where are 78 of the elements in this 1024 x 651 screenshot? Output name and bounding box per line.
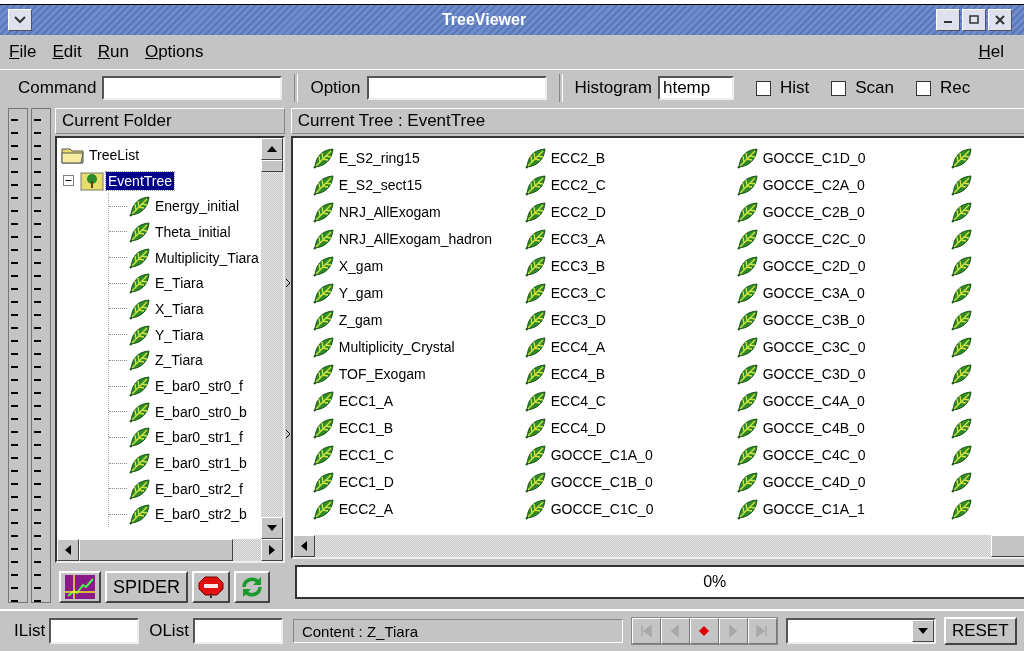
tree-item[interactable]: E_Tiara: [153, 274, 206, 293]
tree-item[interactable]: TreeList: [87, 145, 142, 164]
branch-item[interactable]: GOCCE_C1A_0: [550, 446, 653, 463]
branch-item[interactable]: GOCCE_C4A_0: [762, 392, 865, 409]
branch-item[interactable]: ECC4_D: [550, 419, 606, 436]
progress-percent: 0%: [703, 573, 727, 591]
tree-item[interactable]: Theta_initial: [153, 222, 233, 241]
spider-button[interactable]: SPIDER: [105, 571, 189, 603]
panel-header: Current Tree : EventTree: [290, 108, 1024, 134]
checkbox[interactable]: Hist: [756, 78, 810, 98]
branch-item[interactable]: ECC4_C: [550, 392, 606, 409]
branch-item[interactable]: ECC1_B: [338, 419, 394, 436]
branch-item[interactable]: ECC1_A: [338, 392, 394, 409]
branch-item[interactable]: TOF_Exogam: [338, 365, 426, 382]
tree-item[interactable]: E_bar0_str2_b: [153, 505, 249, 524]
tree-item[interactable]: Y_Tiara: [153, 325, 206, 344]
branch-item[interactable]: ECC2_A: [338, 500, 394, 517]
tree-item[interactable]: E_bar0_str2_f: [153, 479, 245, 498]
branch-item[interactable]: ECC3_D: [550, 311, 606, 328]
tree-item[interactable]: E_bar0_str1_b: [153, 454, 249, 473]
branch-item[interactable]: GOCCE_C2B_0: [762, 203, 865, 220]
tree-item[interactable]: E_bar0_str0_f: [153, 377, 245, 396]
field-label: OList: [149, 621, 189, 641]
panel-header: Current Folder: [55, 108, 285, 134]
branch-item[interactable]: GOCCE_C3C_0: [762, 338, 866, 355]
branch-item[interactable]: ECC3_C: [550, 284, 606, 301]
branch-item[interactable]: GOCCE_C3A_0: [762, 284, 865, 301]
branch-item[interactable]: GOCCE_C4B_0: [762, 419, 865, 436]
text-field[interactable]: htemp: [658, 76, 734, 100]
tree-item[interactable]: Z_Tiara: [153, 351, 205, 370]
tree-item[interactable]: E_bar0_str0_b: [153, 402, 249, 421]
status-text: Content : Z_Tiara: [292, 619, 623, 643]
branch-item[interactable]: E_S2_sect15: [338, 176, 423, 193]
tree-item[interactable]: X_Tiara: [153, 299, 206, 318]
menu-item[interactable]: File: [9, 42, 37, 62]
branch-item[interactable]: NRJ_AllExogam_hadron: [338, 230, 493, 247]
branch-item[interactable]: GOCCE_C1D_0: [762, 149, 866, 166]
tree-item[interactable]: Energy_initial: [153, 197, 242, 216]
branch-item[interactable]: GOCCE_C1B_0: [550, 473, 653, 490]
menu-item[interactable]: Hel: [978, 42, 1024, 62]
tree-item[interactable]: Multiplicity_Tiara: [153, 248, 261, 267]
branch-item[interactable]: ECC2_C: [550, 176, 606, 193]
branch-item[interactable]: ECC4_B: [550, 365, 606, 382]
branch-item[interactable]: ECC2_D: [550, 203, 606, 220]
reset-button[interactable]: RESET: [943, 617, 1017, 645]
branch-item[interactable]: E_S2_ring15: [338, 149, 420, 166]
field-label: IList: [14, 621, 46, 641]
branch-item[interactable]: Y_gam: [338, 284, 384, 301]
checkbox[interactable]: Scan: [831, 78, 894, 98]
menu-item[interactable]: Options: [144, 42, 204, 62]
branch-item[interactable]: ECC4_A: [550, 338, 606, 355]
branch-item[interactable]: Z_gam: [338, 311, 383, 328]
branch-item[interactable]: GOCCE_C2D_0: [762, 257, 866, 274]
branch-item[interactable]: Multiplicity_Crystal: [338, 338, 455, 355]
window-title: TreeViewer: [440, 11, 528, 29]
branch-item[interactable]: ECC3_A: [550, 230, 606, 247]
branch-item[interactable]: ECC1_D: [338, 473, 394, 490]
menu-item[interactable]: Run: [97, 42, 129, 62]
branch-item[interactable]: NRJ_AllExogam: [338, 203, 441, 220]
branch-item[interactable]: GOCCE_C4C_0: [762, 446, 866, 463]
branch-item[interactable]: X_gam: [338, 257, 384, 274]
checkbox[interactable]: Rec: [916, 78, 971, 98]
branch-item[interactable]: ECC3_B: [550, 257, 606, 274]
field-label: Command: [18, 78, 97, 98]
branch-item[interactable]: GOCCE_C3B_0: [762, 311, 865, 328]
field-label: Option: [310, 78, 361, 98]
branch-item[interactable]: ECC1_C: [338, 446, 394, 463]
branch-item[interactable]: ECC2_B: [550, 149, 606, 166]
branch-item[interactable]: GOCCE_C1A_1: [762, 500, 865, 517]
branch-item[interactable]: GOCCE_C2C_0: [762, 230, 866, 247]
tree-item[interactable]: E_bar0_str1_f: [153, 428, 245, 447]
branch-item[interactable]: GOCCE_C1C_0: [550, 500, 654, 517]
tree-item[interactable]: EventTree: [106, 171, 175, 190]
branch-item[interactable]: GOCCE_C2A_0: [762, 176, 865, 193]
branch-item[interactable]: GOCCE_C4D_0: [762, 473, 866, 490]
menu-item[interactable]: Edit: [52, 42, 82, 62]
field-label: Histogram: [574, 78, 652, 98]
branch-item[interactable]: GOCCE_C3D_0: [762, 365, 866, 382]
